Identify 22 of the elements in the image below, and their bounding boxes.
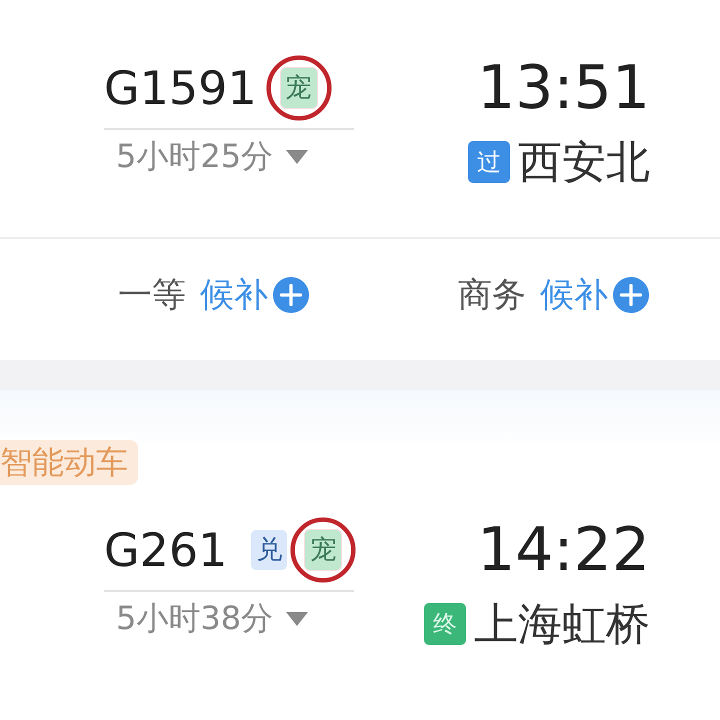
train-number: G1591 (104, 60, 257, 117)
train-number: G261 (104, 522, 228, 579)
caret-icon[interactable] (285, 611, 310, 627)
travel-duration[interactable]: 5小时38分 (116, 597, 274, 641)
travel-duration[interactable]: 5小时25分 (116, 135, 274, 179)
station-type-badge: 过 (468, 141, 510, 183)
arrival-time: 13:51 (477, 52, 650, 125)
seat-class: 商务 (458, 274, 526, 316)
station-type-badge: 终 (424, 603, 466, 645)
waitlist-link[interactable]: 候补 (200, 272, 268, 318)
train-feature-badge: 宠 (305, 530, 342, 570)
seat-class: 一等 (118, 274, 186, 316)
waitlist-link[interactable]: 候补 (540, 272, 608, 318)
arrival-station: 西安北 (518, 136, 650, 190)
train-type-tag: 智能动车 (0, 440, 138, 485)
arrival-time: 14:22 (477, 514, 650, 587)
arrival-station: 上海虹桥 (474, 598, 650, 652)
train-feature-badge: 宠 (280, 68, 317, 108)
caret-icon[interactable] (285, 149, 310, 165)
plus-icon[interactable] (272, 276, 310, 314)
train-feature-badge: 兑 (251, 530, 288, 570)
plus-icon[interactable] (612, 276, 650, 314)
